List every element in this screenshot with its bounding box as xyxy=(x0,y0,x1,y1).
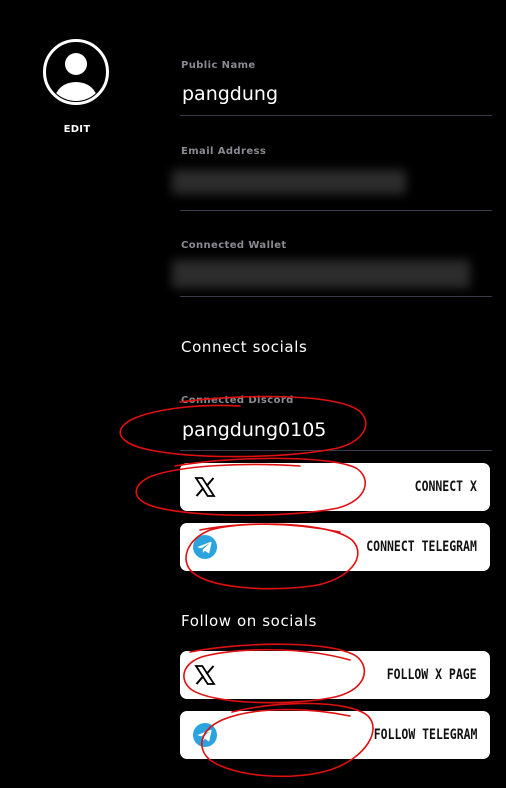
connect-socials-title: Connect socials xyxy=(181,338,308,356)
follow-x-label: FOLLOW X PAGE xyxy=(387,667,477,683)
public-name-value[interactable]: pangdung xyxy=(182,83,278,105)
discord-value: pangdung0105 xyxy=(182,419,327,441)
follow-x-button[interactable]: FOLLOW X PAGE xyxy=(180,651,490,699)
connect-telegram-label: CONNECT TELEGRAM xyxy=(366,539,477,555)
follow-telegram-label: FOLLOW TELEGRAM xyxy=(373,727,477,743)
email-label: Email Address xyxy=(181,146,267,157)
connect-x-button[interactable]: CONNECT X xyxy=(180,463,490,511)
x-logo-icon xyxy=(194,665,216,685)
avatar xyxy=(43,39,109,105)
user-avatar-icon xyxy=(43,39,109,105)
telegram-icon xyxy=(193,723,217,747)
wallet-divider xyxy=(180,296,492,297)
wallet-label: Connected Wallet xyxy=(181,240,287,251)
telegram-icon xyxy=(193,535,217,559)
follow-telegram-button[interactable]: FOLLOW TELEGRAM xyxy=(180,711,490,759)
discord-label: Connected Discord xyxy=(181,395,294,406)
email-divider xyxy=(180,210,492,211)
connect-x-label: CONNECT X xyxy=(414,479,477,495)
public-name-divider xyxy=(180,115,492,116)
public-name-label: Public Name xyxy=(181,60,256,71)
follow-socials-title: Follow on socials xyxy=(181,612,318,630)
edit-avatar-link[interactable]: EDIT xyxy=(52,124,102,135)
wallet-value-redacted xyxy=(172,260,470,288)
connect-telegram-button[interactable]: CONNECT TELEGRAM xyxy=(180,523,490,571)
x-logo-icon xyxy=(194,477,216,497)
email-value-redacted xyxy=(172,170,406,194)
discord-divider xyxy=(180,450,492,451)
